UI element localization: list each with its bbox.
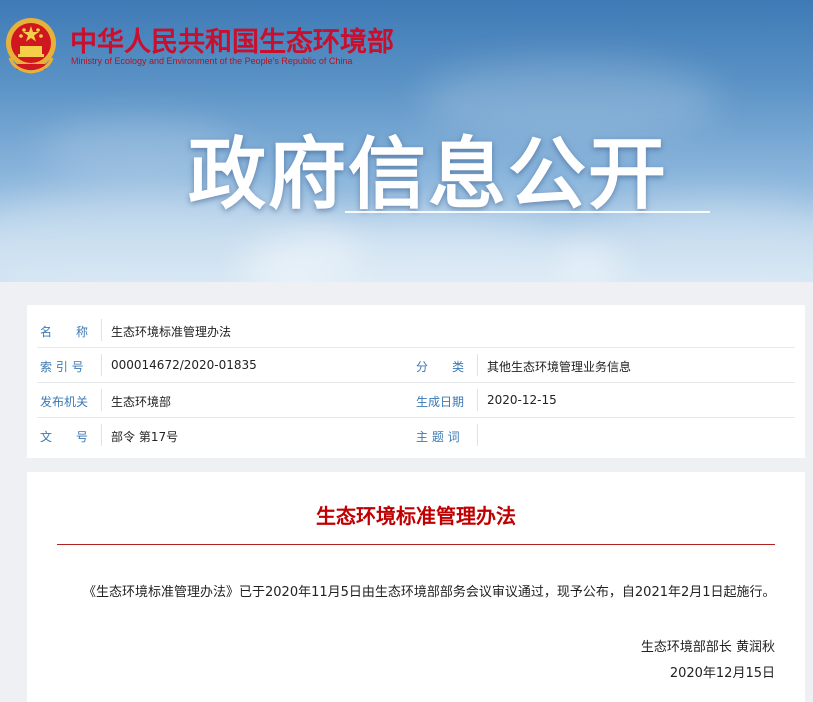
title-divider	[57, 544, 775, 545]
document-paragraph: 《生态环境标准管理办法》已于2020年11月5日由生态环境部部务会议审议通过，现…	[83, 585, 776, 600]
document-body: 生态环境标准管理办法 《生态环境标准管理办法》已于2020年11月5日由生态环境…	[27, 472, 805, 702]
meta-row-name: 名 称 生态环境标准管理办法	[27, 313, 805, 348]
docno-label: 文 号	[40, 430, 89, 444]
category-value: 其他生态环境管理业务信息	[487, 360, 632, 374]
divider	[477, 354, 478, 376]
document-metadata-table: 名 称 生态环境标准管理办法 索 引 号 000014672/2020-0183…	[27, 305, 805, 458]
document-date: 2020年12月15日	[669, 666, 775, 681]
keywords-label: 主 题 词	[416, 430, 460, 444]
issuer-label: 发布机关	[40, 395, 89, 409]
divider	[101, 389, 102, 411]
banner-divider	[345, 211, 710, 213]
ministry-name-cn[interactable]: 中华人民共和国生态环境部	[70, 20, 394, 59]
national-emblem-icon[interactable]	[4, 14, 58, 76]
header-banner: 中华人民共和国生态环境部 Ministry of Ecology and Env…	[0, 0, 813, 282]
document-signature: 生态环境部部长 黄润秋	[640, 640, 775, 655]
divider	[101, 424, 102, 446]
index-label: 索 引 号	[40, 360, 84, 374]
meta-row-issuer: 发布机关 生态环境部 生成日期 2020-12-15	[27, 383, 805, 418]
banner-title: 政府信息公开	[188, 130, 669, 220]
divider	[477, 424, 478, 446]
docno-value: 部令 第17号	[111, 430, 179, 444]
name-label: 名 称	[40, 325, 89, 339]
meta-row-docno: 文 号 部令 第17号 主 题 词	[27, 418, 805, 453]
category-label: 分 类	[416, 360, 465, 374]
ministry-name-en: Ministry of Ecology and Environment of t…	[71, 56, 353, 66]
divider	[477, 389, 478, 411]
meta-row-index: 索 引 号 000014672/2020-01835 分 类 其他生态环境管理业…	[27, 348, 805, 383]
document-title: 生态环境标准管理办法	[316, 504, 516, 528]
date-label: 生成日期	[416, 395, 465, 409]
name-value: 生态环境标准管理办法	[111, 325, 232, 339]
issuer-value: 生态环境部	[111, 395, 172, 409]
divider	[101, 319, 102, 341]
date-value: 2020-12-15	[487, 393, 557, 407]
divider	[101, 354, 102, 376]
index-value: 000014672/2020-01835	[111, 358, 257, 372]
